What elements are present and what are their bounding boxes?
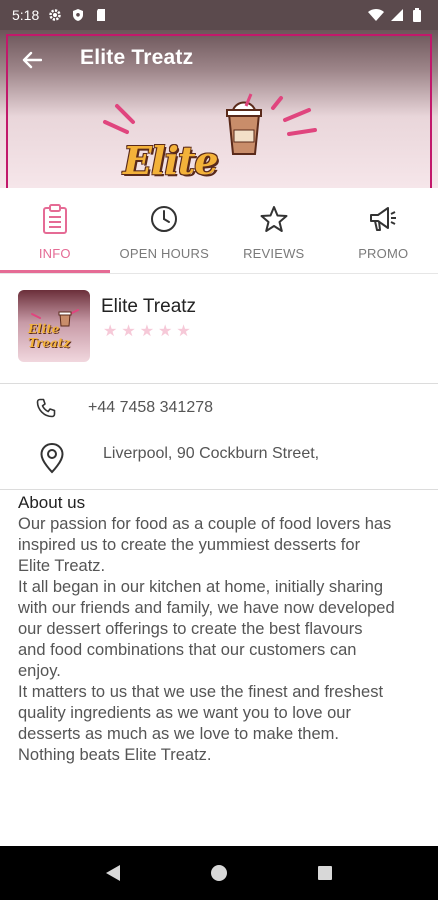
status-bar: 5:18 <box>0 0 438 30</box>
nav-recents-button[interactable] <box>313 861 337 885</box>
rating-stars: ★ ★ ★ ★ ★ <box>103 324 191 340</box>
shop-name: Elite Treatz <box>101 296 197 317</box>
tab-open-hours-label: OPEN HOURS <box>119 246 209 261</box>
tab-reviews[interactable]: REVIEWS <box>219 188 329 273</box>
square-recents-icon <box>318 866 332 880</box>
about-title: About us <box>18 493 86 512</box>
tab-info[interactable]: INFO <box>0 188 110 273</box>
active-tab-indicator <box>0 270 110 273</box>
header-banner: Elite Treatz Elite Treatz <box>0 30 438 188</box>
shield-icon <box>71 8 85 22</box>
location-pin-icon <box>38 442 66 474</box>
system-nav-bar <box>0 846 438 900</box>
star-outline-icon <box>259 204 289 234</box>
star-icon: ★ <box>121 323 136 340</box>
phone-row[interactable]: +44 7458 341278 <box>0 384 438 434</box>
status-right <box>368 8 426 22</box>
tab-promo-label: PROMO <box>358 246 409 261</box>
wifi-icon <box>368 8 384 22</box>
status-time: 5:18 <box>12 7 40 23</box>
back-button[interactable] <box>18 46 46 74</box>
settings-icon <box>48 8 62 22</box>
address-row[interactable]: Liverpool, 90 Cockburn Street, <box>0 430 438 490</box>
megaphone-icon <box>368 204 398 234</box>
clipboard-icon <box>40 204 70 234</box>
sd-card-icon <box>94 8 108 22</box>
clock-icon <box>149 204 179 234</box>
phone-icon <box>34 396 58 420</box>
page-title: Elite Treatz <box>80 46 194 69</box>
tab-promo[interactable]: PROMO <box>329 188 438 273</box>
star-icon: ★ <box>139 323 155 340</box>
nav-back-button[interactable] <box>101 861 125 885</box>
phone-number: +44 7458 341278 <box>88 399 214 416</box>
nav-home-button[interactable] <box>207 861 231 885</box>
about-section: About us Our passion for food as a coupl… <box>18 492 424 766</box>
star-icon: ★ <box>158 323 173 340</box>
shop-avatar: Elite Treatz <box>18 290 90 362</box>
triangle-back-icon <box>106 865 120 881</box>
avatar-text: Elite Treatz <box>28 322 71 350</box>
about-body: Our passion for food as a couple of food… <box>18 515 395 764</box>
status-left: 5:18 <box>12 7 108 23</box>
tab-info-label: INFO <box>38 246 71 261</box>
shop-info: Elite Treatz Elite Treatz ★ ★ ★ ★ ★ <box>0 274 438 384</box>
tab-bar: INFO OPEN HOURS REVIEWS PROMO <box>0 188 438 274</box>
tab-open-hours[interactable]: OPEN HOURS <box>110 188 220 273</box>
arrow-left-icon <box>22 51 42 69</box>
signal-icon <box>390 8 404 22</box>
star-icon: ★ <box>176 323 191 340</box>
brand-logo: Elite Treatz <box>95 92 325 188</box>
logo-text: Elite Treatz <box>123 138 251 188</box>
star-icon: ★ <box>103 323 118 340</box>
address-text: Liverpool, 90 Cockburn Street, <box>103 445 320 462</box>
circle-home-icon <box>211 865 227 881</box>
battery-icon <box>412 8 426 22</box>
tab-reviews-label: REVIEWS <box>243 246 305 261</box>
